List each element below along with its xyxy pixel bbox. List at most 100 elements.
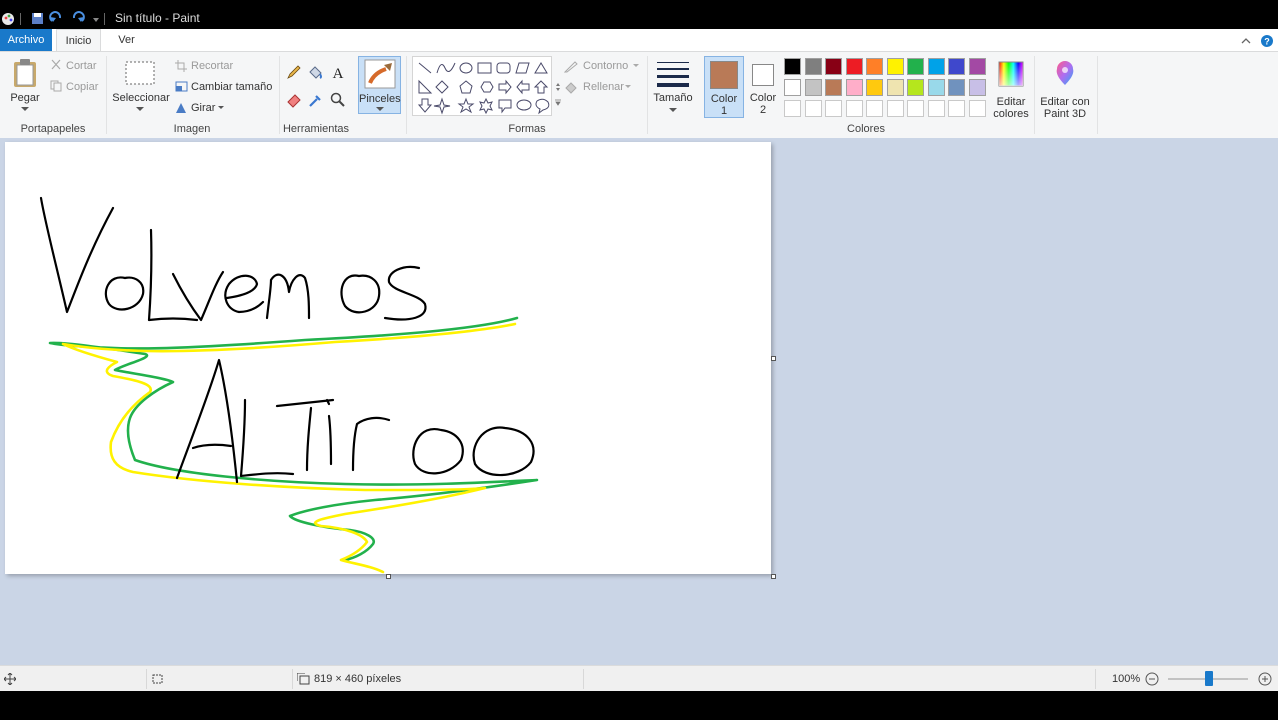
select-button[interactable]: Seleccionar <box>111 92 171 104</box>
color1-number: 1 <box>720 105 728 117</box>
image-group: Seleccionar Recortar Cambiar tamaño Gira… <box>107 52 277 138</box>
palette-color-swatch[interactable] <box>784 79 801 96</box>
palette-color-swatch[interactable] <box>907 79 924 96</box>
tab-ver[interactable]: Ver <box>109 29 144 51</box>
size-button[interactable]: Tamaño <box>650 56 696 118</box>
text-icon[interactable]: A <box>330 64 346 80</box>
palette-color-swatch[interactable] <box>784 58 801 75</box>
quick-access-toolbar <box>2 11 105 25</box>
palette-color-swatch[interactable] <box>948 58 965 75</box>
palette-color-swatch[interactable] <box>846 79 863 96</box>
drawing-canvas[interactable] <box>5 142 771 574</box>
status-divider <box>292 669 293 689</box>
palette-color-swatch[interactable] <box>846 58 863 75</box>
size-dropdown-icon <box>669 108 677 112</box>
paste-icon[interactable] <box>12 58 38 88</box>
palette-color-swatch[interactable] <box>866 79 883 96</box>
paint3d-icon <box>1056 61 1074 85</box>
custom-color-slot[interactable] <box>948 100 965 117</box>
color1-swatch <box>710 61 738 89</box>
edit-colors-button[interactable]: Editar colores <box>990 56 1032 122</box>
palette-color-swatch[interactable] <box>907 58 924 75</box>
resize-handle-right[interactable] <box>771 356 776 361</box>
palette-color-swatch[interactable] <box>805 79 822 96</box>
crop-icon <box>175 60 187 72</box>
copy-icon <box>50 80 62 92</box>
custom-color-slot[interactable] <box>825 100 842 117</box>
fill-button[interactable]: Rellenar <box>583 81 624 93</box>
shapes-scroll-icon[interactable] <box>555 56 561 116</box>
palette-color-swatch[interactable] <box>825 58 842 75</box>
color1-label: Color <box>710 93 738 105</box>
resize-handle-corner[interactable] <box>771 574 776 579</box>
select-dropdown-icon[interactable] <box>136 107 144 112</box>
image-size-icon <box>297 673 310 685</box>
fill-dropdown-icon[interactable] <box>625 85 631 89</box>
custom-color-slot[interactable] <box>784 100 801 117</box>
group-divider <box>1097 56 1098 134</box>
outline-icon <box>564 61 578 73</box>
color2-button[interactable]: Color 2 <box>745 56 781 118</box>
edit-colors-line1: Editar <box>996 96 1026 108</box>
tools-group-label: Herramientas <box>282 123 350 135</box>
palette-color-swatch[interactable] <box>887 79 904 96</box>
palette-color-swatch[interactable] <box>969 79 986 96</box>
paste-button[interactable]: Pegar <box>6 92 44 104</box>
palette-color-swatch[interactable] <box>948 79 965 96</box>
custom-color-slot[interactable] <box>805 100 822 117</box>
copy-button[interactable]: Copiar <box>66 81 98 93</box>
select-icon[interactable] <box>125 61 155 87</box>
paste-dropdown-icon[interactable] <box>21 107 29 112</box>
bottom-letterbox <box>0 691 1278 720</box>
resize-handle-bottom[interactable] <box>386 574 391 579</box>
outline-button[interactable]: Contorno <box>583 60 628 72</box>
crop-button[interactable]: Recortar <box>191 60 233 72</box>
paint-app-icon <box>2 13 14 25</box>
edit-with-paint3d-button[interactable]: Editar con Paint 3D <box>1036 56 1094 122</box>
eraser-icon[interactable] <box>286 92 302 108</box>
zoom-out-icon[interactable] <box>1145 672 1159 686</box>
help-icon[interactable]: ? <box>1261 35 1273 47</box>
custom-color-slot[interactable] <box>969 100 986 117</box>
custom-color-slot[interactable] <box>928 100 945 117</box>
shapes-gallery[interactable] <box>412 56 552 116</box>
resize-button[interactable]: Cambiar tamaño <box>191 81 272 93</box>
zoom-slider-thumb[interactable] <box>1205 671 1213 686</box>
outline-dropdown-icon[interactable] <box>633 64 639 68</box>
color-picker-icon[interactable] <box>307 92 323 108</box>
redo-icon[interactable] <box>72 11 85 22</box>
custom-color-slot[interactable] <box>866 100 883 117</box>
magnifier-icon[interactable] <box>330 92 346 108</box>
tab-archivo[interactable]: Archivo <box>0 29 52 51</box>
fill-bucket-icon[interactable] <box>307 64 323 80</box>
clipboard-group-label: Portapapeles <box>20 123 86 135</box>
custom-color-slot[interactable] <box>887 100 904 117</box>
workspace <box>0 138 1278 665</box>
palette-color-swatch[interactable] <box>969 58 986 75</box>
custom-color-slot[interactable] <box>846 100 863 117</box>
image-group-label: Imagen <box>173 123 211 135</box>
custom-color-slot[interactable] <box>907 100 924 117</box>
save-icon[interactable] <box>32 13 43 24</box>
palette-color-swatch[interactable] <box>928 79 945 96</box>
brushes-dropdown-icon <box>376 107 384 111</box>
palette-color-swatch[interactable] <box>866 58 883 75</box>
zoom-level: 100% <box>1112 673 1141 685</box>
palette-color-swatch[interactable] <box>928 58 945 75</box>
undo-icon[interactable] <box>49 11 62 22</box>
zoom-in-icon[interactable] <box>1258 672 1272 686</box>
cursor-position-icon <box>4 673 16 685</box>
palette-color-swatch[interactable] <box>825 79 842 96</box>
selection-size-icon <box>152 674 163 684</box>
rotate-dropdown-icon[interactable] <box>218 106 224 110</box>
brushes-button[interactable]: Pinceles <box>358 56 401 114</box>
cut-button[interactable]: Cortar <box>66 60 97 72</box>
tab-inicio[interactable]: Inicio <box>56 29 101 52</box>
palette-color-swatch[interactable] <box>805 58 822 75</box>
rotate-button[interactable]: Girar <box>191 102 215 114</box>
pencil-icon[interactable] <box>286 64 302 80</box>
customize-toolbar-icon[interactable] <box>93 18 99 22</box>
collapse-ribbon-icon[interactable] <box>1241 38 1251 44</box>
color1-button[interactable]: Color 1 <box>704 56 744 118</box>
palette-color-swatch[interactable] <box>887 58 904 75</box>
